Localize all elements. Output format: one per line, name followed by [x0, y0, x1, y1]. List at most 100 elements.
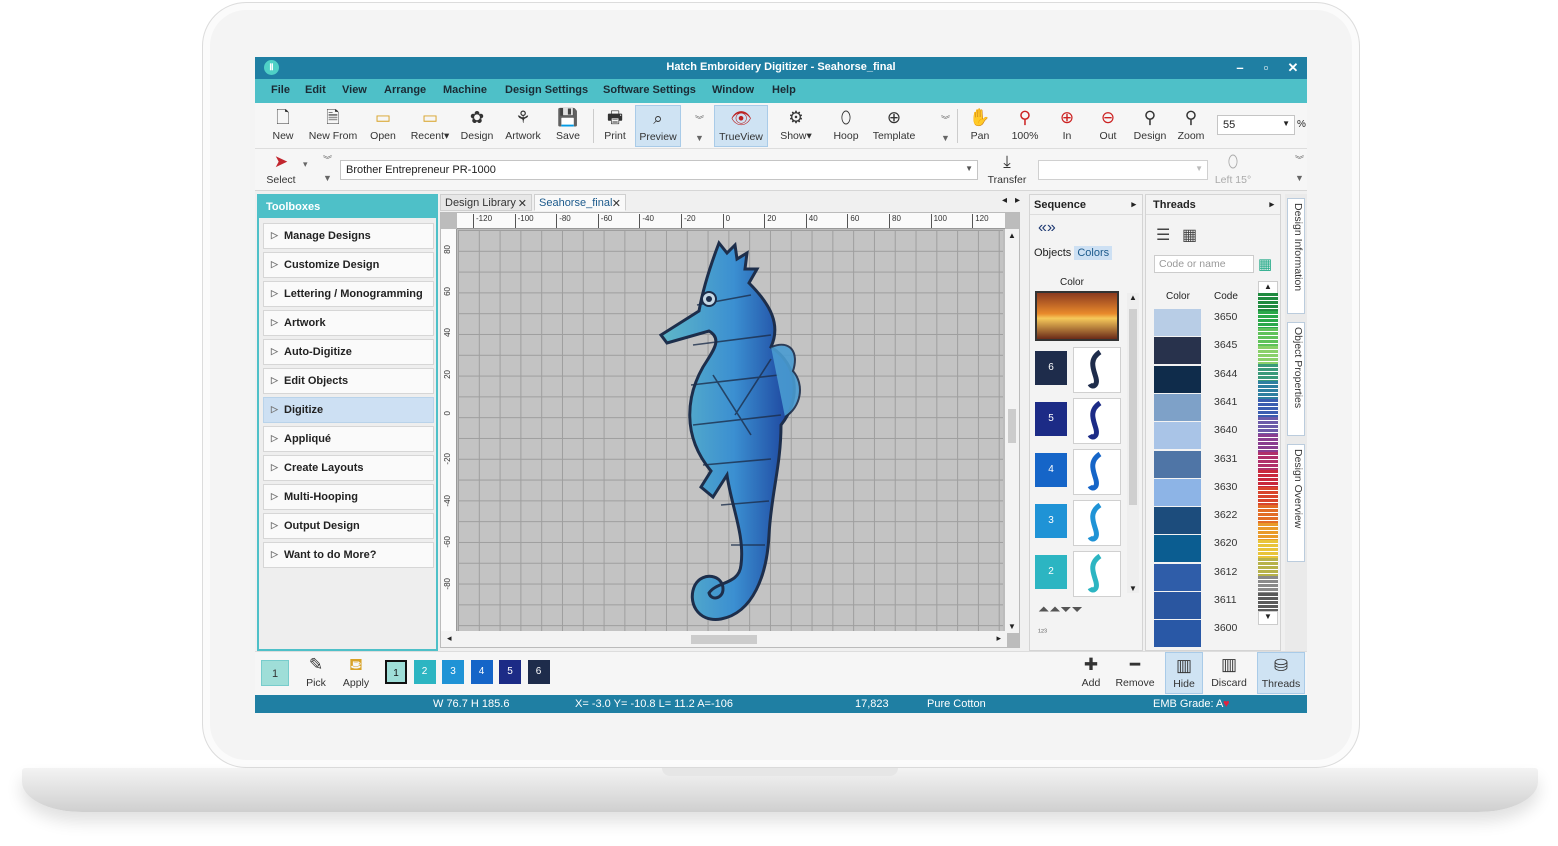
color-swatch[interactable]: 4	[470, 660, 493, 684]
color-swatch[interactable]: 5	[499, 660, 521, 684]
sequence-color-block[interactable]: 2	[1035, 551, 1125, 598]
palette-color-chip[interactable]	[1258, 452, 1278, 470]
close-button[interactable]: ✕	[1282, 59, 1304, 77]
toolbox-manage-designs[interactable]: ▷ Manage Designs	[263, 223, 434, 249]
toolbar-expand-chevron-icon-2[interactable]: ︾	[941, 113, 950, 126]
toolbox-edit-objects[interactable]: ▷ Edit Objects	[263, 368, 434, 394]
menu-help[interactable]: Help	[772, 84, 796, 96]
show-button[interactable]: ⚙ Show▾	[775, 105, 817, 147]
toolbar2-dropdown-icon[interactable]: ▼	[323, 173, 332, 183]
tab-scroll-left-icon[interactable]: ◂	[1002, 195, 1007, 206]
sequence-nav-icons[interactable]: «»	[1038, 219, 1056, 237]
panel-expand-icon[interactable]: ▸	[1269, 199, 1274, 210]
tab-scroll-right-icon[interactable]: ▸	[1015, 195, 1020, 206]
palette-color-chip[interactable]	[1258, 469, 1278, 488]
sequence-color-swatch[interactable]: 5	[1035, 402, 1067, 436]
palette-color-chip[interactable]	[1258, 381, 1278, 399]
save-button[interactable]: 💾 Save	[551, 105, 585, 147]
new-button[interactable]: 🗋 New	[267, 105, 299, 147]
palette-color-chip[interactable]	[1258, 434, 1278, 452]
sequence-color-block[interactable]: 5	[1035, 398, 1125, 445]
list-view-icon[interactable]: ☰	[1156, 225, 1170, 245]
sequence-object-thumbnail[interactable]	[1073, 398, 1121, 444]
palette-color-chip[interactable]	[1258, 328, 1278, 346]
hide-button[interactable]: ▥ Hide	[1165, 652, 1203, 694]
color-swatch[interactable]: 6	[527, 660, 550, 684]
scroll-down-icon[interactable]: ▼	[1008, 622, 1016, 631]
transfer-button[interactable]: ⤓ Transfer	[985, 149, 1029, 191]
sequence-color-swatch[interactable]: 4	[1035, 453, 1067, 487]
sequence-object-thumbnail[interactable]	[1073, 449, 1121, 495]
design-button[interactable]: ✿ Design	[459, 105, 495, 147]
toolbox-want-more[interactable]: ▷ Want to do More?	[263, 542, 434, 568]
zoom-100-button[interactable]: ⚲ 100%	[1007, 105, 1043, 147]
menu-software-settings[interactable]: Software Settings	[603, 84, 696, 96]
thread-row[interactable]: 3640	[1154, 422, 1254, 450]
canvas-vertical-scrollbar[interactable]: ▲ ▼	[1005, 229, 1019, 633]
design-canvas[interactable]: -120 -100 -80 -60 -40 -20 0 20 40 60 80 100 120 80 60…	[440, 212, 1020, 648]
tab-colors[interactable]: Colors	[1074, 246, 1113, 260]
tab-object-properties[interactable]: Object Properties	[1287, 322, 1305, 436]
tab-design-information[interactable]: Design Information	[1287, 198, 1305, 314]
toolbar-dropdown-icon[interactable]: ▼	[695, 133, 704, 143]
sequence-color-block[interactable]: 4	[1035, 449, 1125, 496]
sequence-scrollbar[interactable]: ▲ ▼	[1127, 293, 1139, 593]
toolbox-lettering[interactable]: ▷ Lettering / Monogramming	[263, 281, 434, 307]
menu-edit[interactable]: Edit	[305, 84, 326, 96]
thread-row[interactable]: 3600	[1154, 620, 1254, 648]
palette-color-chip[interactable]	[1258, 293, 1278, 311]
recent-button[interactable]: ▭ Recent▾	[407, 105, 453, 147]
menu-view[interactable]: View	[342, 84, 367, 96]
sequence-color-swatch[interactable]: 3	[1035, 504, 1067, 538]
thread-row[interactable]: 3631	[1154, 450, 1254, 479]
palette-color-chip[interactable]	[1258, 310, 1278, 329]
scroll-up-icon[interactable]: ▲	[1008, 231, 1016, 240]
tab-close-icon[interactable]: ✕	[518, 197, 527, 210]
panel-expand-icon[interactable]: ▸	[1131, 199, 1136, 210]
sequence-object-thumbnail[interactable]	[1073, 347, 1121, 393]
sequence-color-block[interactable]: 6	[1035, 347, 1125, 394]
new-from-button[interactable]: 🗎 New From	[305, 105, 361, 147]
menu-design-settings[interactable]: Design Settings	[505, 84, 588, 96]
canvas-horizontal-scrollbar[interactable]: ◂ ▸	[441, 631, 1007, 647]
thread-palette-strip[interactable]	[1258, 293, 1278, 611]
menu-arrange[interactable]: Arrange	[384, 84, 426, 96]
toolbar2-expand-chevron-icon[interactable]: ︾	[323, 153, 332, 166]
palette-color-chip[interactable]	[1258, 346, 1278, 364]
thread-row[interactable]: 3641	[1154, 393, 1254, 422]
sequence-object-thumbnail[interactable]	[1073, 500, 1121, 546]
select-dropdown-icon[interactable]: ▾	[303, 159, 308, 170]
thread-row[interactable]: 3644	[1154, 365, 1254, 394]
trueview-preview-thumbnail[interactable]	[1035, 291, 1119, 341]
grid-view-icon[interactable]: ▦	[1182, 225, 1197, 245]
thread-chart-icon[interactable]: ▦	[1258, 255, 1272, 273]
artwork-button[interactable]: ⚘ Artwork	[501, 105, 545, 147]
color-swatch[interactable]: 1	[385, 660, 407, 684]
thread-row[interactable]: 3645	[1154, 337, 1254, 365]
palette-color-chip[interactable]	[1258, 540, 1278, 558]
toolbox-output-design[interactable]: ▷ Output Design	[263, 513, 434, 539]
palette-color-chip[interactable]	[1258, 399, 1278, 417]
apply-button[interactable]: ⛾ Apply	[339, 652, 373, 694]
zoom-button[interactable]: ⚲ Zoom	[1175, 105, 1207, 147]
pan-button[interactable]: ✋ Pan	[965, 105, 995, 147]
minimize-button[interactable]: –	[1229, 59, 1251, 77]
thread-row[interactable]: 3612	[1154, 563, 1254, 592]
threads-button[interactable]: ⛁ Threads	[1257, 652, 1305, 694]
toolbox-digitize[interactable]: ▷ Digitize	[263, 397, 434, 423]
color-swatch[interactable]: 3	[442, 660, 464, 684]
toolbox-artwork[interactable]: ▷ Artwork	[263, 310, 434, 336]
scroll-left-icon[interactable]: ◂	[447, 633, 452, 644]
add-color-button[interactable]: ✚ Add	[1077, 652, 1105, 694]
zoom-out-button[interactable]: ⊖ Out	[1093, 105, 1123, 147]
palette-color-chip[interactable]	[1258, 558, 1278, 576]
color-swatch[interactable]: 2	[413, 660, 436, 684]
tab-seahorse-final[interactable]: Seahorse_final ✕	[534, 194, 626, 211]
thread-row[interactable]: 3630	[1154, 478, 1254, 507]
scroll-up-icon[interactable]: ▲	[1129, 293, 1137, 302]
sequence-object-thumbnail[interactable]	[1073, 551, 1121, 597]
vertical-scroll-thumb[interactable]	[1008, 409, 1016, 443]
menu-machine[interactable]: Machine	[443, 84, 487, 96]
pick-button[interactable]: ✎ Pick	[301, 652, 331, 694]
thread-row[interactable]: 3611	[1154, 592, 1254, 620]
